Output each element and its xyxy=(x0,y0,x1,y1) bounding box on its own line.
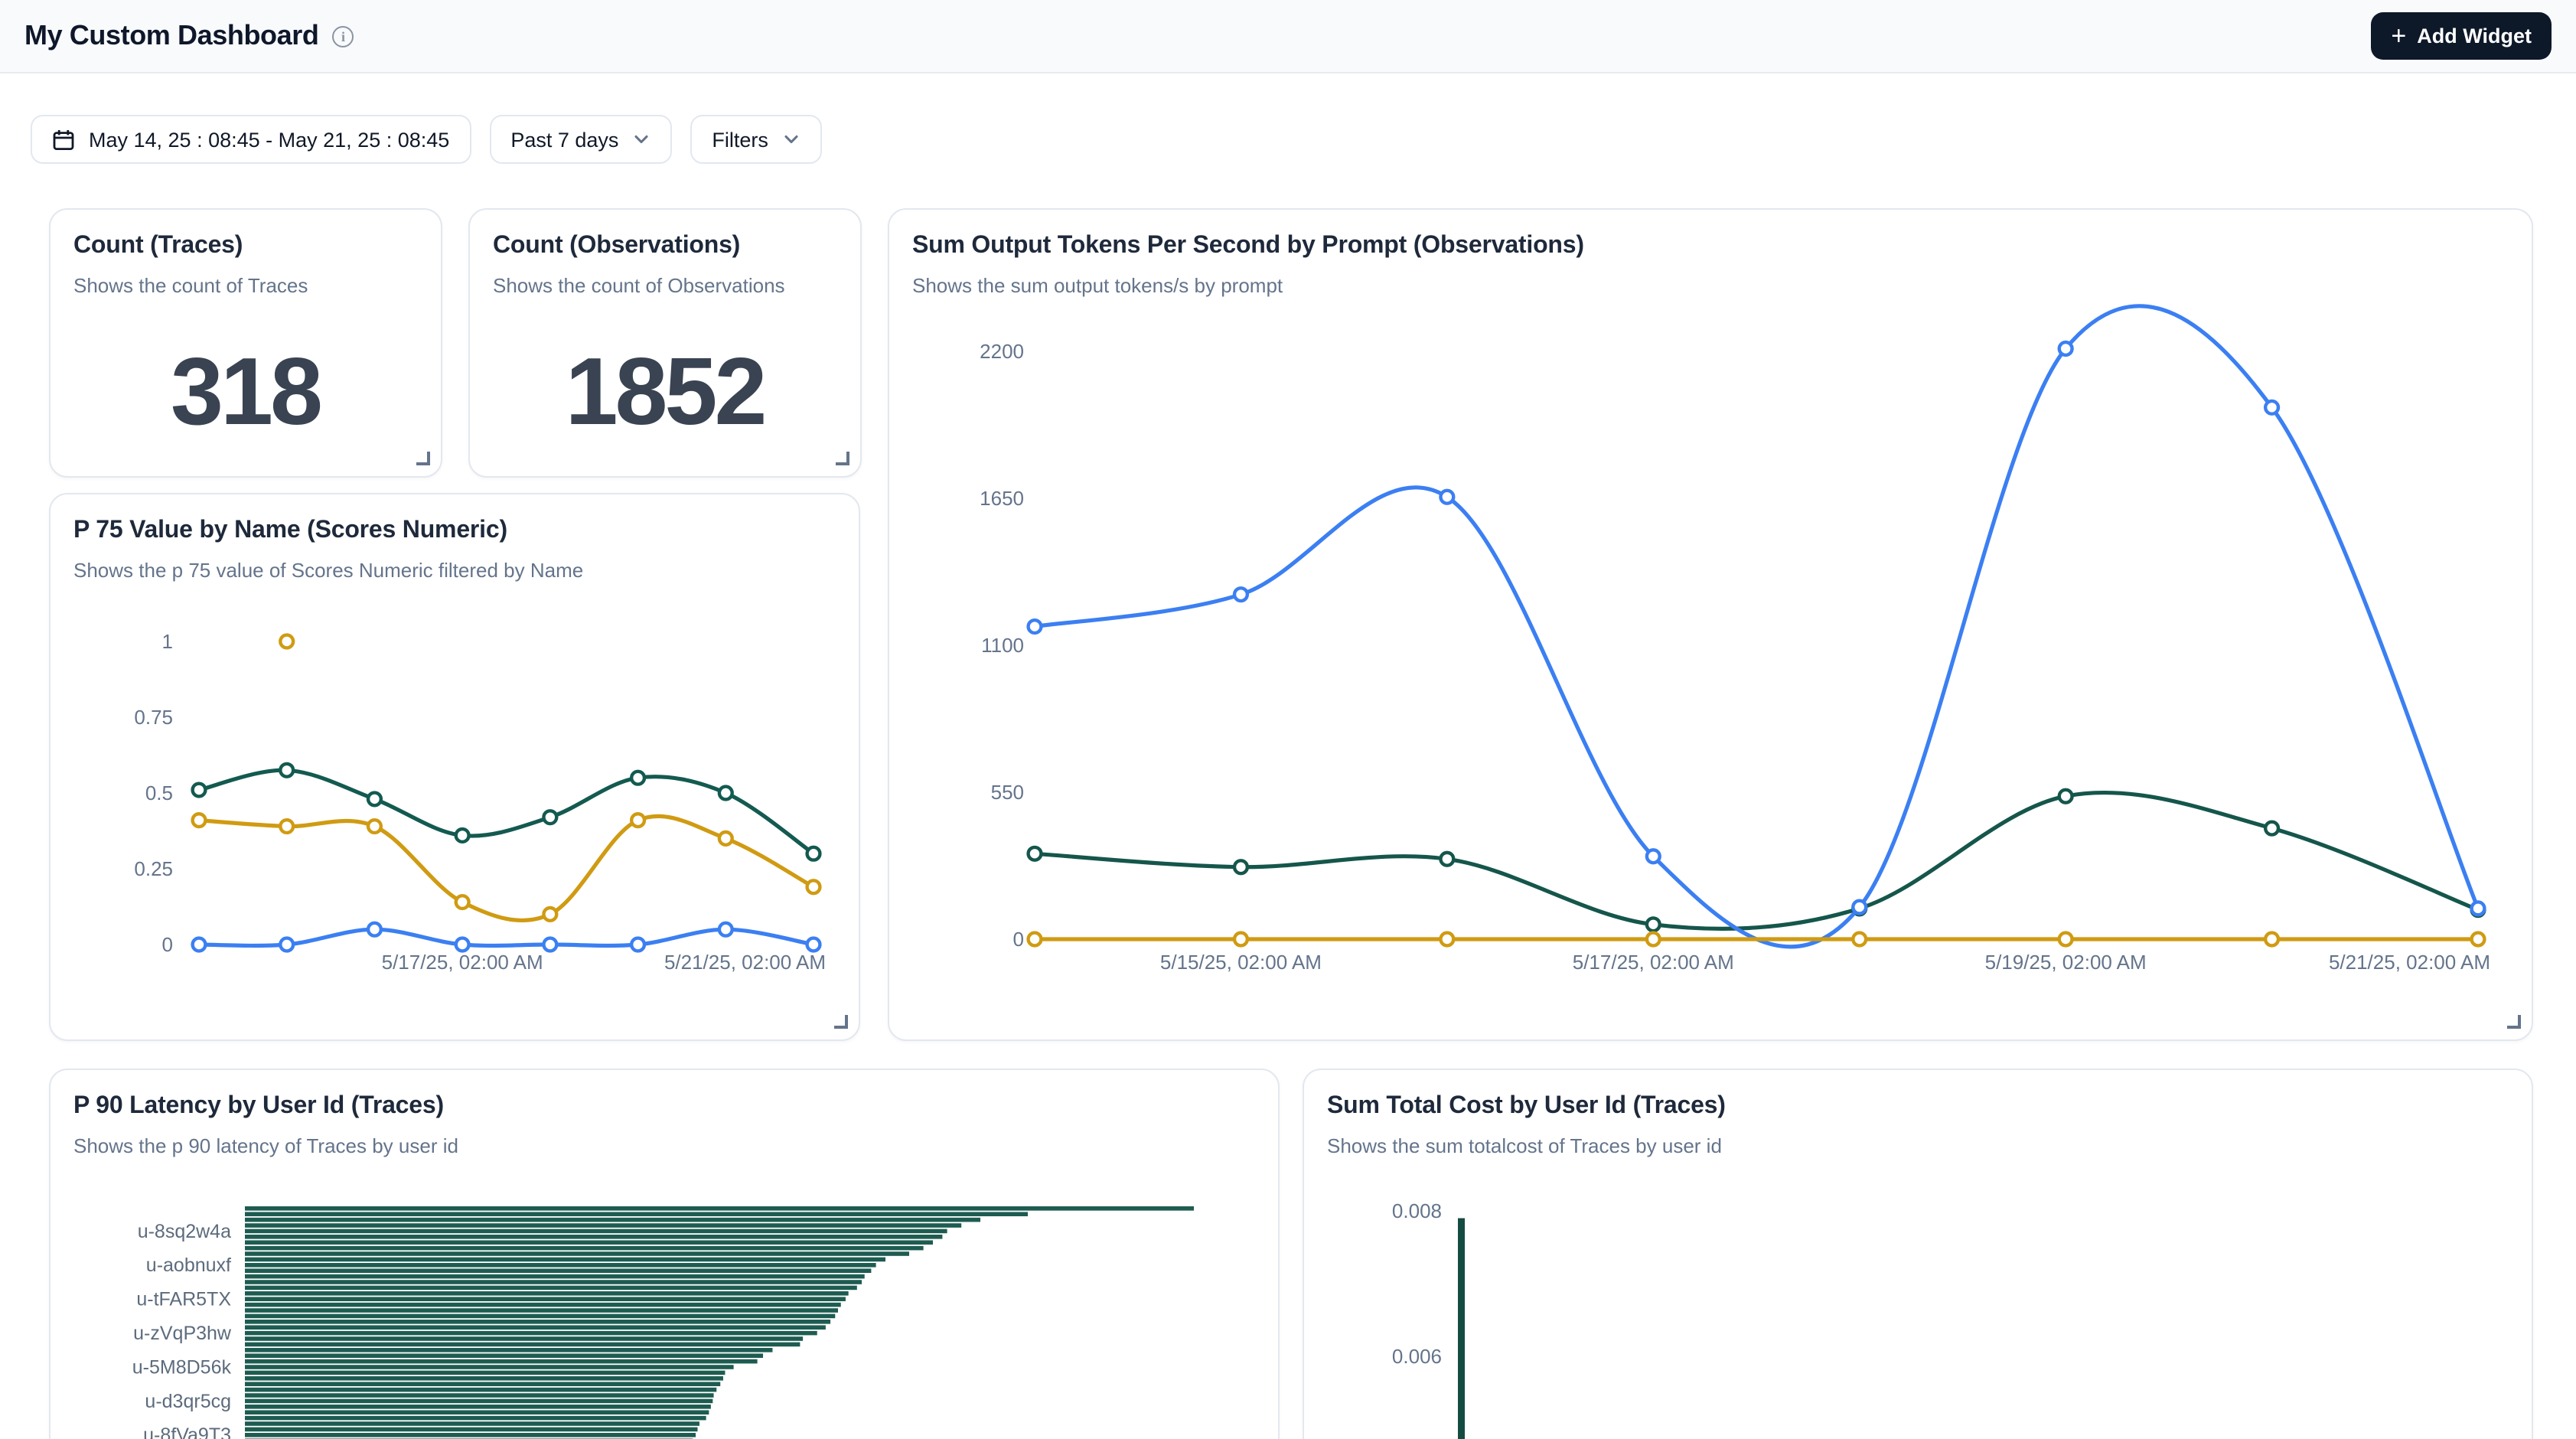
svg-text:5/17/25, 02:00 AM: 5/17/25, 02:00 AM xyxy=(382,951,543,974)
widget-p75-value: P 75 Value by Name (Scores Numeric) Show… xyxy=(49,493,860,1041)
svg-text:u-tFAR5TX: u-tFAR5TX xyxy=(136,1289,231,1310)
widget-subtitle: Shows the count of Observations xyxy=(493,274,836,297)
svg-text:0.008: 0.008 xyxy=(1392,1199,1442,1222)
svg-text:0: 0 xyxy=(1013,928,1024,951)
resize-handle[interactable] xyxy=(2507,1015,2521,1029)
svg-text:u-zVqP3hw: u-zVqP3hw xyxy=(133,1323,232,1344)
info-icon[interactable] xyxy=(332,25,354,47)
chevron-down-icon xyxy=(782,130,801,148)
widget-subtitle: Shows the count of Traces xyxy=(73,274,417,297)
svg-text:5/15/25, 02:00 AM: 5/15/25, 02:00 AM xyxy=(1160,951,1322,974)
svg-text:u-8fVa9T3: u-8fVa9T3 xyxy=(143,1424,231,1439)
widget-count-observations: Count (Observations) Shows the count of … xyxy=(468,208,861,477)
svg-text:1650: 1650 xyxy=(980,487,1024,510)
widget-sum-total-cost: Sum Total Cost by User Id (Traces) Shows… xyxy=(1303,1069,2533,1439)
filters-dropdown[interactable]: Filters xyxy=(690,115,822,164)
count-observations-value: 1852 xyxy=(470,338,859,447)
svg-text:u-aobnuxf: u-aobnuxf xyxy=(146,1255,231,1276)
bar-chart-sum-total-cost[interactable]: 0.008 0.006 xyxy=(1304,1070,2535,1439)
calendar-icon xyxy=(52,128,75,151)
svg-text:5/19/25, 02:00 AM: 5/19/25, 02:00 AM xyxy=(1985,951,2147,974)
bar-chart-p90-latency[interactable]: u-8sq2w4a u-aobnuxf u-tFAR5TX u-zVqP3hw u-5M… xyxy=(51,1070,1281,1439)
svg-text:0.75: 0.75 xyxy=(134,706,173,729)
svg-text:u-8sq2w4a: u-8sq2w4a xyxy=(138,1221,231,1242)
add-widget-button[interactable]: + Add Widget xyxy=(2371,12,2552,60)
svg-text:u-5M8D56k: u-5M8D56k xyxy=(132,1356,232,1378)
date-range-value: May 14, 25 : 08:45 - May 21, 25 : 08:45 xyxy=(89,128,449,151)
svg-text:5/21/25, 02:00 AM: 5/21/25, 02:00 AM xyxy=(664,951,826,974)
widget-p90-latency: P 90 Latency by User Id (Traces) Shows t… xyxy=(49,1069,1280,1439)
filter-toolbar: May 14, 25 : 08:45 - May 21, 25 : 08:45 … xyxy=(0,73,2576,164)
resize-handle[interactable] xyxy=(835,451,849,465)
chevron-down-icon xyxy=(632,130,651,148)
widget-sum-output-tokens: Sum Output Tokens Per Second by Prompt (… xyxy=(888,208,2533,1041)
line-chart-sum-output-tokens[interactable]: 0 550 1100 1650 2200 5/15/25, 02:00 AM 5/17/25… xyxy=(889,210,2535,1043)
svg-text:2200: 2200 xyxy=(980,340,1024,363)
widget-title: Count (Traces) xyxy=(73,233,417,260)
add-widget-label: Add Widget xyxy=(2417,24,2532,47)
svg-text:1100: 1100 xyxy=(981,634,1024,657)
dashboard-page: My Custom Dashboard + Add Widget May 14,… xyxy=(0,0,2576,1439)
svg-text:0: 0 xyxy=(162,933,173,956)
line-chart-p75-value[interactable]: 0 0.25 0.5 0.75 1 5/17/25, 02:00 AM 5/21/25, 0… xyxy=(51,494,862,1043)
resize-handle[interactable] xyxy=(416,451,429,465)
svg-text:5/21/25, 02:00 AM: 5/21/25, 02:00 AM xyxy=(2329,951,2490,974)
widget-title: Count (Observations) xyxy=(493,233,836,260)
svg-text:u-d3qr5cg: u-d3qr5cg xyxy=(145,1391,231,1412)
plus-icon: + xyxy=(2391,22,2406,48)
svg-text:1: 1 xyxy=(162,630,173,653)
count-traces-value: 318 xyxy=(51,338,440,447)
svg-text:0.5: 0.5 xyxy=(145,781,173,804)
svg-text:0.006: 0.006 xyxy=(1392,1345,1442,1368)
svg-text:0.25: 0.25 xyxy=(134,857,173,880)
page-title: My Custom Dashboard xyxy=(24,20,318,52)
date-range-picker[interactable]: May 14, 25 : 08:45 - May 21, 25 : 08:45 xyxy=(31,115,471,164)
resize-handle[interactable] xyxy=(834,1015,848,1029)
page-header: My Custom Dashboard + Add Widget xyxy=(0,0,2576,73)
filters-label: Filters xyxy=(712,128,768,151)
svg-text:5/17/25, 02:00 AM: 5/17/25, 02:00 AM xyxy=(1573,951,1734,974)
time-preset-value: Past 7 days xyxy=(510,128,618,151)
svg-text:550: 550 xyxy=(991,781,1024,804)
time-preset-dropdown[interactable]: Past 7 days xyxy=(489,115,672,164)
widget-count-traces: Count (Traces) Shows the count of Traces… xyxy=(49,208,442,477)
